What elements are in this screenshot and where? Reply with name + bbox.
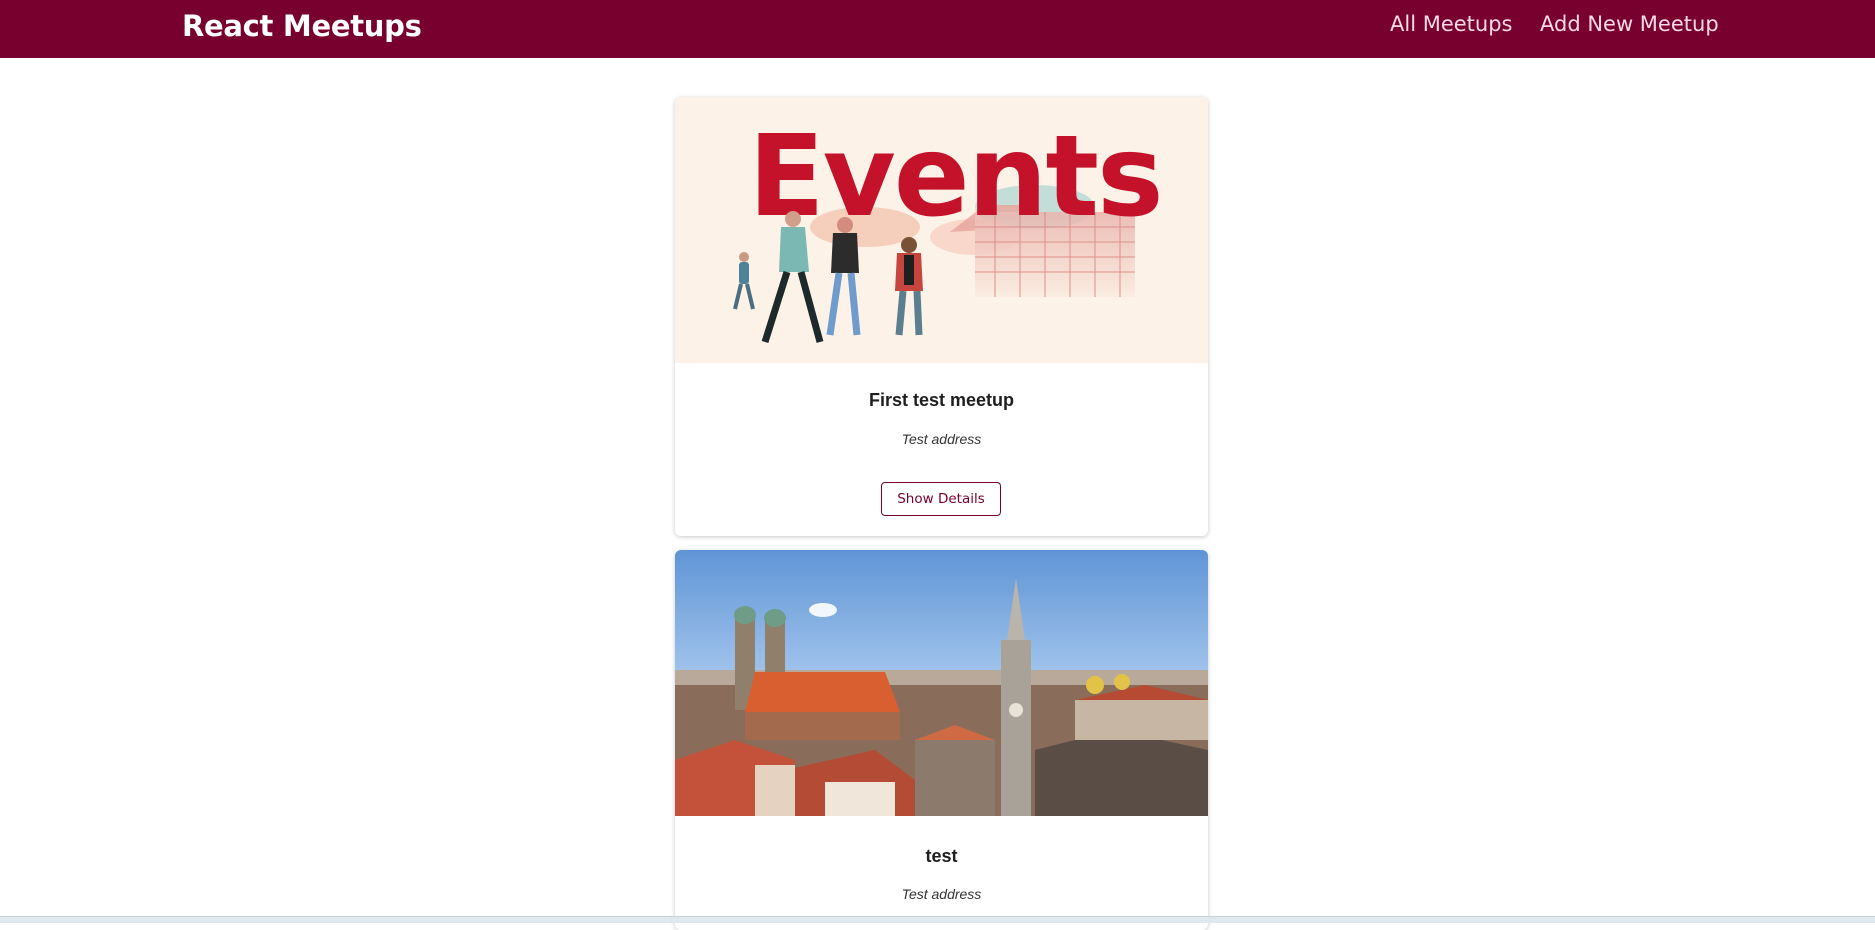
meetup-title: test (925, 846, 958, 866)
show-details-button[interactable]: Show Details (881, 482, 1001, 516)
city-skyline-photo (675, 550, 1208, 816)
nav-all-meetups[interactable]: All Meetups (1390, 12, 1512, 36)
events-lettering: Events (748, 112, 1161, 242)
meetup-address: Test address (901, 886, 982, 902)
site-logo[interactable]: React Meetups (182, 9, 422, 43)
top-navbar: React Meetups All Meetups Add New Meetup (0, 0, 1875, 58)
meetup-card: test Test address (675, 550, 1208, 930)
events-illustration: Events (675, 97, 1208, 363)
meetup-image-city (675, 550, 1208, 816)
meetup-title: First test meetup (868, 390, 1015, 410)
meetup-address: Test address (901, 431, 982, 447)
meetup-card: Events First test meetup Test address Sh… (675, 97, 1208, 536)
meetup-image-events: Events (675, 97, 1208, 363)
nav-add-new-meetup[interactable]: Add New Meetup (1540, 12, 1719, 36)
